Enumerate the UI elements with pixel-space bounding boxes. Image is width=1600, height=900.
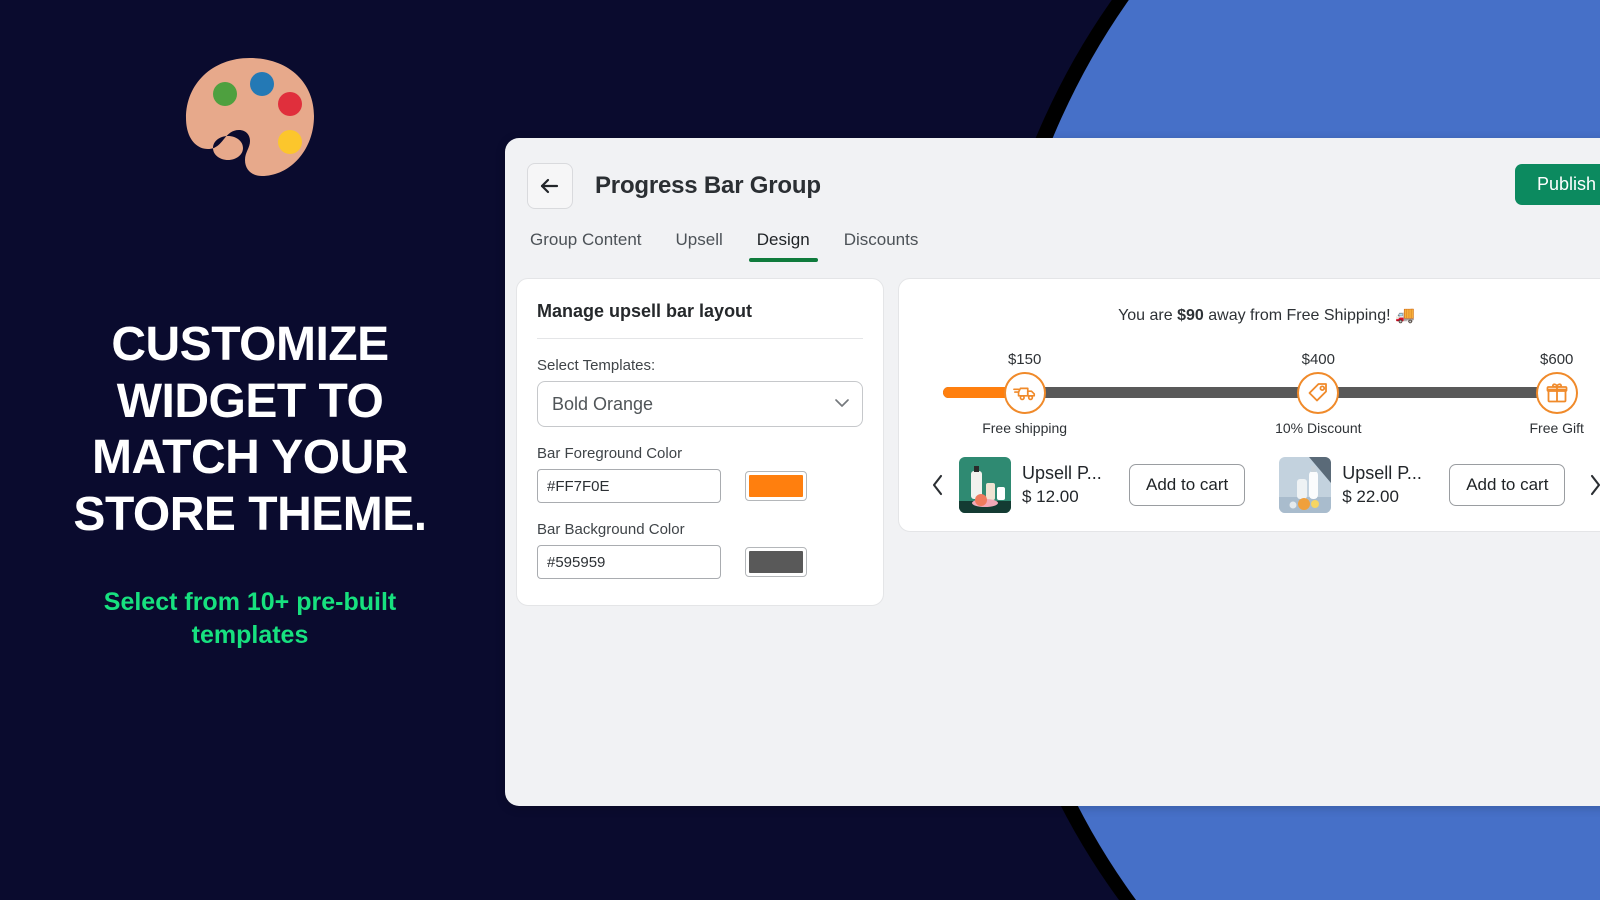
product-thumbnail: [1279, 457, 1332, 513]
back-button[interactable]: [527, 163, 573, 209]
price-tag-icon: [1308, 383, 1328, 402]
preview-panel: You are $90 away from Free Shipping! 🚚 $…: [898, 278, 1600, 532]
product-price: $ 12.00: [1022, 487, 1079, 506]
tab-design[interactable]: Design: [748, 230, 818, 262]
settings-panel-title: Manage upsell bar layout: [537, 301, 863, 339]
background-color-input[interactable]: [537, 545, 721, 579]
add-to-cart-button[interactable]: Add to cart: [1449, 464, 1566, 506]
preview-headline: You are $90 away from Free Shipping! 🚚: [921, 305, 1600, 325]
delivery-truck-icon: [1012, 387, 1035, 401]
product-info: Upsell P... $ 12.00: [1022, 463, 1118, 507]
product-card: Upsell P... $ 22.00 Add to cart: [1279, 457, 1566, 513]
template-select-wrapper: Bold Orange: [537, 381, 863, 427]
background-color-row: [537, 545, 863, 579]
carousel-next-button[interactable]: [1578, 473, 1600, 497]
progress-bar-area: $150 Free shipping $400 10% Discount $60…: [921, 351, 1600, 443]
foreground-color-input[interactable]: [537, 469, 721, 503]
product-thumbnail: [959, 457, 1011, 513]
milestone-free-gift[interactable]: $600 Free Gift: [1497, 351, 1600, 436]
gift-box-icon: [1546, 383, 1568, 403]
promo-headline: CUSTOMIZE WIDGET TO MATCH YOUR STORE THE…: [73, 318, 427, 541]
milestone-amount: $400: [1301, 351, 1335, 368]
chevron-left-icon: [932, 474, 943, 496]
foreground-color-label: Bar Foreground Color: [537, 445, 683, 462]
milestone-amount: $150: [1007, 351, 1042, 368]
foreground-swatch-fill: [749, 475, 803, 497]
promo-column: CUSTOMIZE WIDGET TO MATCH YOUR STORE THE…: [0, 0, 500, 900]
carousel-prev-button[interactable]: [921, 473, 955, 497]
tab-group-content[interactable]: Group Content: [530, 230, 642, 262]
milestone-name: 10% Discount: [1275, 420, 1362, 436]
template-select-label: Select Templates:: [537, 357, 656, 374]
product-price: $ 22.00: [1342, 487, 1399, 506]
preview-headline-suffix: away from Free Shipping! 🚚: [1203, 307, 1415, 324]
milestone-discount[interactable]: $400 10% Discount: [1258, 351, 1378, 436]
tab-discounts[interactable]: Discounts: [844, 230, 919, 262]
milestone-name: Free shipping: [982, 420, 1068, 436]
arrow-left-icon: [540, 178, 559, 194]
preview-headline-prefix: You are: [1118, 307, 1178, 324]
app-body: Manage upsell bar layout Select Template…: [505, 262, 1600, 606]
publish-button[interactable]: Publish: [1514, 164, 1600, 205]
tab-upsell[interactable]: Upsell: [676, 230, 723, 262]
product-carousel: Upsell P... $ 12.00 Add to cart Upsell P…: [921, 457, 1600, 513]
milestone-icon-circle: [1297, 372, 1340, 414]
settings-panel: Manage upsell bar layout Select Template…: [516, 278, 884, 606]
background-color-label: Bar Background Color: [537, 521, 685, 538]
product-list: Upsell P... $ 12.00 Add to cart Upsell P…: [955, 457, 1578, 513]
milestone-icon-circle: [1535, 372, 1578, 414]
milestone-amount: $600: [1540, 351, 1574, 368]
foreground-color-row: [537, 469, 863, 503]
background-color-swatch[interactable]: [745, 547, 807, 577]
product-card: Upsell P... $ 12.00 Add to cart: [959, 457, 1246, 513]
milestone-name: Free Gift: [1529, 420, 1584, 436]
milestone-icon-circle: [1003, 372, 1046, 414]
preview-headline-amount: $90: [1177, 307, 1204, 324]
template-select[interactable]: Bold Orange: [537, 381, 863, 427]
product-info: Upsell P... $ 22.00: [1342, 463, 1438, 507]
chevron-right-icon: [1590, 474, 1600, 496]
milestone-free-shipping[interactable]: $150 Free shipping: [965, 351, 1085, 436]
tab-bar: Group Content Upsell Design Discounts: [505, 230, 1600, 262]
background-swatch-fill: [749, 551, 803, 573]
page-title: Progress Bar Group: [595, 172, 821, 199]
artist-palette-icon: [180, 52, 320, 187]
product-name: Upsell P...: [1342, 463, 1422, 483]
app-window: Progress Bar Group Publish Group Content…: [505, 138, 1600, 806]
app-header: Progress Bar Group Publish: [505, 138, 1600, 216]
product-name: Upsell P...: [1022, 463, 1102, 483]
promo-subheadline: Select from 10+ pre-built templates: [103, 587, 397, 650]
add-to-cart-button[interactable]: Add to cart: [1129, 464, 1246, 506]
foreground-color-swatch[interactable]: [745, 471, 807, 501]
